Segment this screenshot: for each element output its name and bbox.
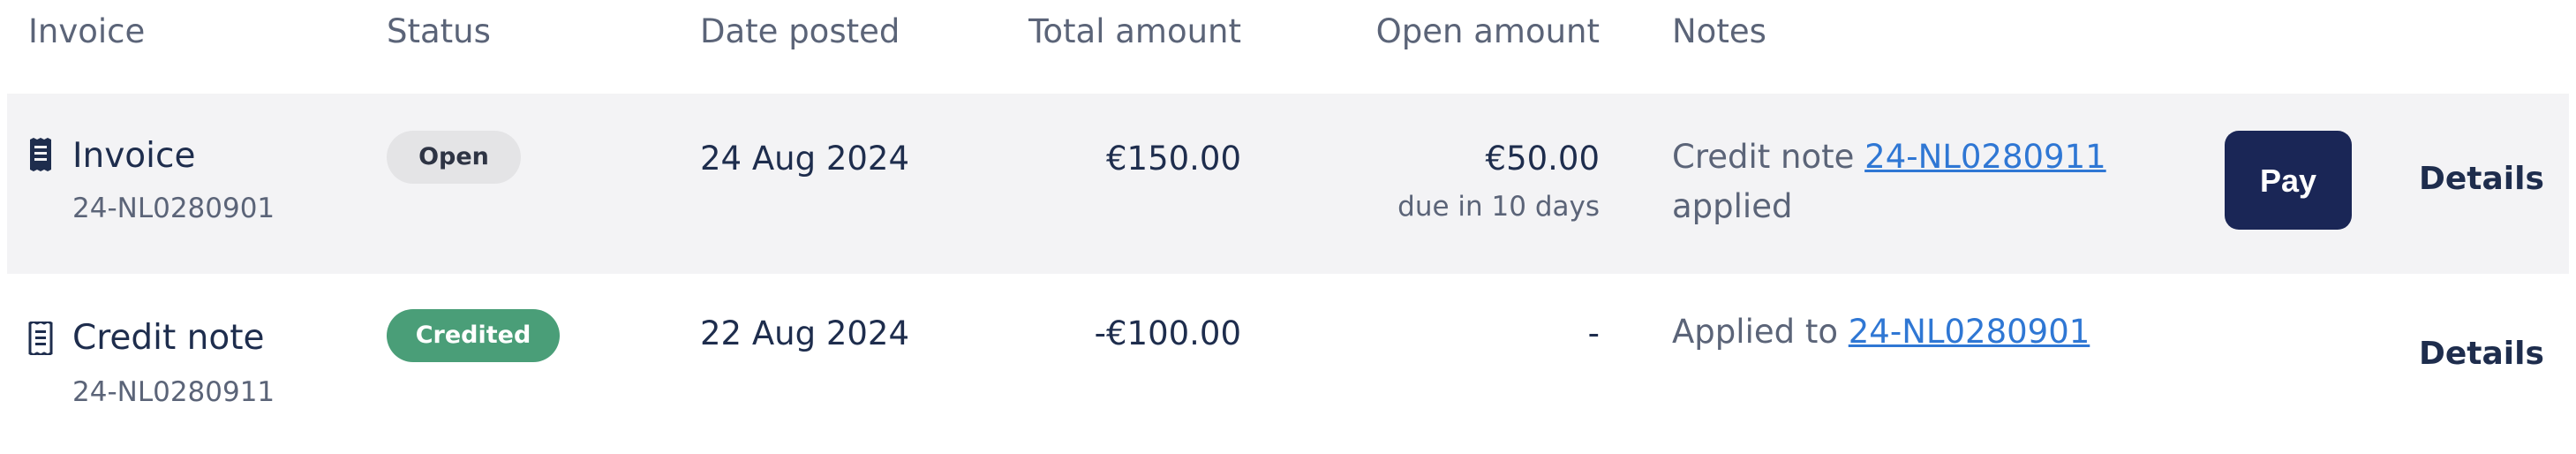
table-row[interactable]: Invoice 24-NL0280901 Open 24 Aug 2024 €1… [7,94,2569,274]
document-number: 24-NL0280911 [72,376,275,408]
receipt-icon [28,322,53,355]
invoice-table: Invoice Status Date posted Total amount … [0,0,2576,443]
open-amount: - [1587,314,1600,352]
total-amount: €150.00 [1105,140,1241,178]
credit-note-link[interactable]: 24-NL0280911 [1864,138,2106,176]
note-suffix: applied [1672,187,1793,225]
details-link[interactable]: Details [2419,161,2544,197]
pay-button[interactable]: Pay [2225,131,2352,230]
note-text: Credit note 24-NL0280911 applied [1672,132,2106,231]
document-type: Invoice [72,136,196,176]
receipt-icon [30,138,51,171]
table-row[interactable]: Credit note 24-NL0280911 Credited 22 Aug… [7,274,2569,454]
column-header-invoice: Invoice [28,12,146,50]
open-amount: €50.00 [1485,140,1600,178]
status-badge: Open [387,131,521,184]
column-header-total-amount: Total amount [1028,12,1241,50]
column-header-notes: Notes [1672,12,1766,50]
note-prefix: Applied to [1672,313,1849,351]
invoice-link[interactable]: 24-NL0280901 [1849,313,2090,351]
note-text: Applied to 24-NL0280901 [1672,307,2090,357]
column-header-open-amount: Open amount [1375,12,1600,50]
total-amount: -€100.00 [1094,314,1241,352]
column-header-date-posted: Date posted [700,12,900,50]
document-number: 24-NL0280901 [72,193,275,224]
status-badge: Credited [387,309,560,362]
note-prefix: Credit note [1672,138,1865,176]
column-header-status: Status [387,12,491,50]
table-header: Invoice Status Date posted Total amount … [0,0,2576,94]
date-posted: 22 Aug 2024 [700,314,910,352]
details-link[interactable]: Details [2419,336,2544,372]
due-text: due in 10 days [1397,191,1600,223]
date-posted: 24 Aug 2024 [700,140,910,178]
document-type: Credit note [72,318,265,358]
